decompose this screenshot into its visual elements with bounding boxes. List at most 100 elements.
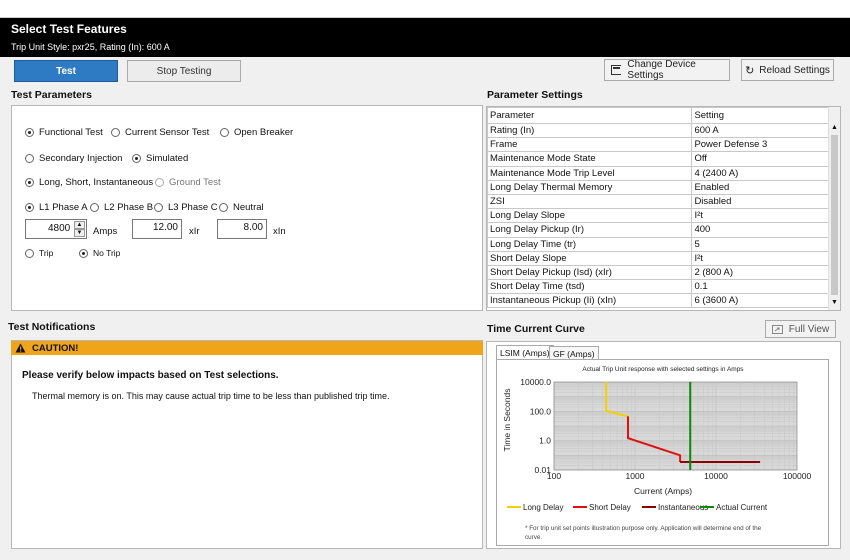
- xin-input[interactable]: 8.00: [217, 219, 267, 239]
- caution-label: CAUTION!: [32, 342, 79, 354]
- parameter-cell: Frame: [487, 137, 693, 153]
- setting-cell: Off: [691, 151, 829, 167]
- table-row[interactable]: Instantaneous Pickup (Ii) (xIn) 6 (3600 A…: [487, 293, 829, 309]
- tcc-chart-frame: Actual Trip Unit response with selected …: [496, 359, 829, 546]
- xir-input[interactable]: 12.00: [132, 219, 182, 239]
- parameter-settings-title: Parameter Settings: [487, 89, 583, 101]
- table-row[interactable]: Rating (In) 600 A: [487, 122, 829, 139]
- notification-heading: Please verify below impacts based on Tes…: [22, 370, 279, 381]
- setting-cell: Power Defense 3: [691, 137, 829, 153]
- caution-banner: CAUTION!: [11, 341, 483, 355]
- tcc-panel: LSIM (Amps) GF (Amps) Actual Trip Unit r…: [486, 341, 841, 549]
- radio-ground-test[interactable]: Ground Test: [155, 177, 221, 188]
- radio-current-sensor-test[interactable]: Current Sensor Test: [111, 127, 209, 138]
- y-tick-label: 0.01: [534, 465, 551, 475]
- chart-footnote-line2: curve.: [525, 534, 542, 541]
- amps-input[interactable]: 4800 ▲ ▼: [25, 219, 87, 239]
- table-row[interactable]: Long Delay Thermal Memory Enabled: [487, 179, 829, 195]
- radio-label: Secondary Injection: [39, 153, 123, 164]
- chart-x-axis-label: Current (Amps): [634, 486, 692, 496]
- setting-cell: 4 (2400 A): [691, 165, 829, 181]
- table-row[interactable]: Frame Power Defense 3: [487, 137, 829, 153]
- chart-grid: [553, 381, 798, 471]
- amps-value: 4800: [48, 223, 71, 234]
- y-tick-label: 10000.0: [520, 377, 551, 387]
- full-view-label: Full View: [788, 323, 830, 335]
- parameter-table-wrap: Parameter Setting Rating (In) 600 A Frame P…: [487, 107, 829, 309]
- test-parameters-panel: Functional Test Current Sensor Test Open…: [11, 105, 483, 311]
- setting-cell: I²t: [691, 250, 829, 266]
- scroll-up-icon[interactable]: ▲: [831, 124, 838, 131]
- vertical-scrollbar[interactable]: ▲ ▼: [828, 107, 840, 310]
- parameter-table-body: Rating (In) 600 A Frame Power Defense 3 Main…: [487, 122, 829, 309]
- chart-legend: Long Delay Short Delay Instantaneous Actual…: [507, 503, 768, 512]
- radio-label: Ground Test: [169, 177, 221, 188]
- reload-settings-button[interactable]: ↻ Reload Settings: [741, 59, 834, 81]
- setting-cell: 5: [691, 236, 829, 252]
- parameter-cell: Long Delay Thermal Memory: [487, 179, 693, 195]
- radio-label: Open Breaker: [234, 127, 294, 138]
- stepper-up-icon[interactable]: ▲: [74, 221, 85, 229]
- setting-cell: 600 A: [691, 122, 829, 139]
- parameter-cell: Short Delay Time (tsd): [487, 279, 693, 295]
- radio-indicator: [79, 248, 88, 258]
- column-header-setting[interactable]: Setting: [691, 107, 829, 124]
- radio-functional-test[interactable]: Functional Test: [25, 127, 103, 138]
- radio-indicator: [111, 128, 120, 137]
- radio-l2-phase-b[interactable]: L2 Phase B: [90, 202, 153, 213]
- legend-label: Short Delay: [589, 503, 631, 512]
- radio-secondary-injection[interactable]: Secondary Injection: [25, 153, 122, 164]
- radio-label: No Trip: [93, 248, 121, 258]
- stop-testing-button[interactable]: Stop Testing: [127, 60, 241, 82]
- radio-indicator: [154, 203, 163, 212]
- table-row[interactable]: Short Delay Slope I²t: [487, 250, 829, 266]
- test-button[interactable]: Test: [14, 60, 118, 82]
- setting-cell: 400: [691, 222, 829, 238]
- table-row[interactable]: Short Delay Time (tsd) 0.1: [487, 279, 829, 295]
- table-row[interactable]: Short Delay Pickup (Isd) (xIr) 2 (800 A): [487, 264, 829, 281]
- table-row[interactable]: Maintenance Mode State Off: [487, 151, 829, 167]
- radio-simulated[interactable]: Simulated: [132, 153, 188, 164]
- radio-neutral[interactable]: Neutral: [219, 202, 264, 213]
- scroll-down-icon[interactable]: ▼: [831, 299, 838, 306]
- radio-label: L3 Phase C: [168, 202, 218, 213]
- y-tick-label: 1.0: [539, 436, 551, 446]
- scroll-thumb[interactable]: [831, 135, 838, 295]
- notification-message: Thermal memory is on. This may cause act…: [32, 391, 390, 401]
- reload-icon: ↻: [745, 64, 755, 77]
- radio-open-breaker[interactable]: Open Breaker: [220, 127, 293, 138]
- reload-settings-label: Reload Settings: [759, 64, 830, 76]
- radio-l3-phase-c[interactable]: L3 Phase C: [154, 202, 218, 213]
- setting-cell: 6 (3600 A): [691, 293, 829, 309]
- column-header-parameter[interactable]: Parameter: [487, 107, 693, 124]
- table-row[interactable]: Maintenance Mode Trip Level 4 (2400 A): [487, 165, 829, 181]
- trip-unit-info: Trip Unit Style: pxr25, Rating (In): 600…: [11, 42, 170, 52]
- radio-long-short-instantaneous[interactable]: Long, Short, Instantaneous: [25, 177, 153, 188]
- table-row[interactable]: Long Delay Time (tr) 5: [487, 236, 829, 252]
- test-notifications-title: Test Notifications: [8, 321, 96, 333]
- full-view-icon: [771, 324, 783, 334]
- setting-cell: 0.1: [691, 279, 829, 295]
- radio-no-trip[interactable]: No Trip: [79, 248, 120, 258]
- full-view-button[interactable]: Full View: [765, 320, 836, 338]
- parameter-cell: Maintenance Mode State: [487, 151, 693, 167]
- table-row[interactable]: Long Delay Pickup (Ir) 400: [487, 222, 829, 238]
- x-tick-label: 1000: [626, 471, 645, 481]
- radio-label: Neutral: [233, 202, 264, 213]
- table-row[interactable]: Long Delay Slope I²t: [487, 208, 829, 224]
- change-device-settings-button[interactable]: Change Device Settings: [604, 59, 730, 81]
- stepper-down-icon[interactable]: ▼: [74, 229, 85, 237]
- radio-label: Functional Test: [39, 127, 103, 138]
- setting-cell: Enabled: [691, 179, 829, 195]
- radio-l1-phase-a[interactable]: L1 Phase A: [25, 202, 88, 213]
- radio-trip[interactable]: Trip: [25, 248, 53, 258]
- x-tick-label: 10000: [704, 471, 728, 481]
- radio-indicator: [132, 154, 141, 163]
- parameter-cell: Long Delay Slope: [487, 208, 693, 224]
- page-title: Select Test Features: [11, 22, 127, 36]
- parameter-cell: Instantaneous Pickup (Ii) (xIn): [487, 293, 693, 309]
- radio-indicator: [155, 178, 164, 187]
- setting-cell: 2 (800 A): [691, 264, 829, 281]
- radio-label: Trip: [39, 248, 54, 258]
- table-row[interactable]: ZSI Disabled: [487, 193, 829, 210]
